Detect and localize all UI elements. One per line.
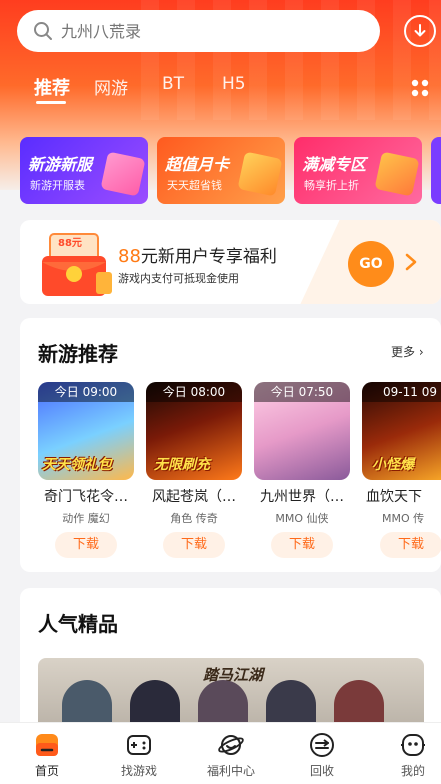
more-label: 更多	[391, 345, 416, 359]
section-title: 新游推荐	[38, 342, 118, 366]
welfare-amount: 88	[118, 246, 141, 267]
new-games-section: 新游推荐 更多 › 今日 09:00 天天领礼包 奇门飞花令… 动作 魔幻 下载…	[20, 318, 441, 572]
home-icon	[36, 734, 58, 756]
tabbar-find-games[interactable]: 找游戏	[104, 731, 174, 779]
category-tabs: 推荐 网游 BT H5	[0, 68, 441, 108]
download-manager-button[interactable]	[404, 15, 436, 47]
go-button[interactable]: GO	[348, 241, 394, 287]
search-input[interactable]	[61, 21, 361, 41]
release-time: 09-11 09	[362, 382, 441, 402]
game-tags: MMO 传	[382, 512, 425, 525]
tabbar-recycle[interactable]: 回收	[287, 731, 357, 779]
game-card[interactable]: 09-11 09 小怪爆 血饮天下 MMO 传 下载	[362, 382, 441, 558]
promo-subtitle: 畅享折上折	[304, 179, 359, 192]
welfare-title: 88元新用户专享福利	[118, 242, 277, 267]
tabbar-home[interactable]: 首页	[12, 731, 82, 779]
cover-banner-text: 天天领礼包	[42, 457, 112, 473]
promo-new-servers[interactable]: 新游新服 新游开服表	[20, 137, 148, 204]
welfare-subtitle: 游戏内支付可抵现金使用	[118, 272, 239, 285]
cover-banner-text: 无限刷充	[154, 457, 210, 473]
tab-h5[interactable]: H5	[222, 74, 246, 94]
search-icon	[34, 22, 52, 40]
game-card[interactable]: 今日 09:00 天天领礼包 奇门飞花令… 动作 魔幻 下载	[38, 382, 134, 558]
popular-section: 人气精品 踏马江湖	[20, 588, 441, 738]
tab-online-games[interactable]: 网游	[94, 74, 128, 99]
tabbar-label: 回收	[309, 764, 334, 778]
section-title: 人气精品	[38, 612, 118, 636]
tabbar-welfare-center[interactable]: 福利中心	[196, 731, 266, 779]
tabbar-label: 我的	[400, 764, 425, 778]
promo-discount-zone[interactable]: 满减专区 畅享折上折	[294, 137, 422, 204]
game-cover: 今日 07:50	[254, 382, 350, 480]
download-button[interactable]: 下载	[163, 532, 225, 558]
tabbar-label: 首页	[34, 764, 59, 778]
tabbar-profile[interactable]: 我的	[378, 731, 441, 779]
active-tab-indicator	[36, 101, 66, 104]
promo-banners: 新游新服 新游开服表 超值月卡 天天超省钱 满减专区 畅享折上折	[20, 137, 441, 204]
recycle-icon	[310, 733, 334, 757]
dice-icon	[100, 151, 146, 197]
cover-banner-text: 小怪爆	[372, 457, 414, 473]
welfare-title-text: 元新用户专享福利	[140, 247, 277, 267]
game-name: 九州世界（…	[260, 489, 344, 505]
red-packet-label: 88元	[58, 238, 82, 249]
profile-icon	[401, 734, 425, 756]
tabbar-label: 福利中心	[206, 764, 255, 778]
promo-monthly-card[interactable]: 超值月卡 天天超省钱	[157, 137, 285, 204]
download-button[interactable]: 下载	[55, 532, 117, 558]
promo-title: 超值月卡	[165, 155, 230, 174]
release-time: 今日 09:00	[38, 382, 134, 402]
game-tags: 动作 魔幻	[62, 512, 110, 525]
new-user-welfare-banner[interactable]: 88元 88元新用户专享福利 游戏内支付可抵现金使用 GO	[20, 220, 441, 304]
download-button[interactable]: 下载	[271, 532, 333, 558]
game-card[interactable]: 今日 07:50 九州世界（… MMO 仙侠 下载	[254, 382, 350, 558]
game-cover: 今日 08:00 无限刷充	[146, 382, 242, 480]
game-card[interactable]: 今日 08:00 无限刷充 风起苍岚（… 角色 传奇 下载	[146, 382, 242, 558]
grid-menu-icon[interactable]	[410, 78, 430, 98]
promo-subtitle: 天天超省钱	[167, 179, 222, 192]
gamepad-icon	[127, 735, 151, 755]
game-name: 奇门飞花令…	[44, 489, 128, 505]
game-cover: 今日 09:00 天天领礼包	[38, 382, 134, 480]
game-tags: MMO 仙侠	[275, 512, 329, 525]
release-time: 今日 08:00	[146, 382, 242, 402]
coupon-icon	[374, 151, 420, 197]
game-name: 风起苍岚（…	[152, 489, 236, 505]
promo-title: 新游新服	[28, 155, 93, 174]
tabbar-label: 找游戏	[120, 764, 157, 778]
game-name: 血饮天下	[366, 489, 422, 505]
game-tags: 角色 传奇	[170, 512, 218, 525]
promo-subtitle: 新游开服表	[30, 179, 85, 192]
release-time: 今日 07:50	[254, 382, 350, 402]
chevron-right-icon[interactable]	[404, 252, 418, 272]
promo-title: 满减专区	[302, 155, 367, 174]
download-button[interactable]: 下载	[380, 532, 441, 558]
tab-recommend[interactable]: 推荐	[34, 74, 70, 100]
download-icon	[414, 24, 426, 37]
more-link[interactable]: 更多 ›	[391, 343, 424, 360]
card-icon	[237, 151, 283, 197]
bottom-tab-bar: 首页 找游戏 福利中心 回收 我的	[0, 722, 441, 784]
planet-icon	[218, 735, 244, 755]
game-cover: 09-11 09 小怪爆	[362, 382, 441, 480]
search-bar[interactable]	[17, 10, 380, 52]
tab-bt[interactable]: BT	[162, 74, 184, 94]
promo-next-peek[interactable]	[431, 137, 441, 204]
